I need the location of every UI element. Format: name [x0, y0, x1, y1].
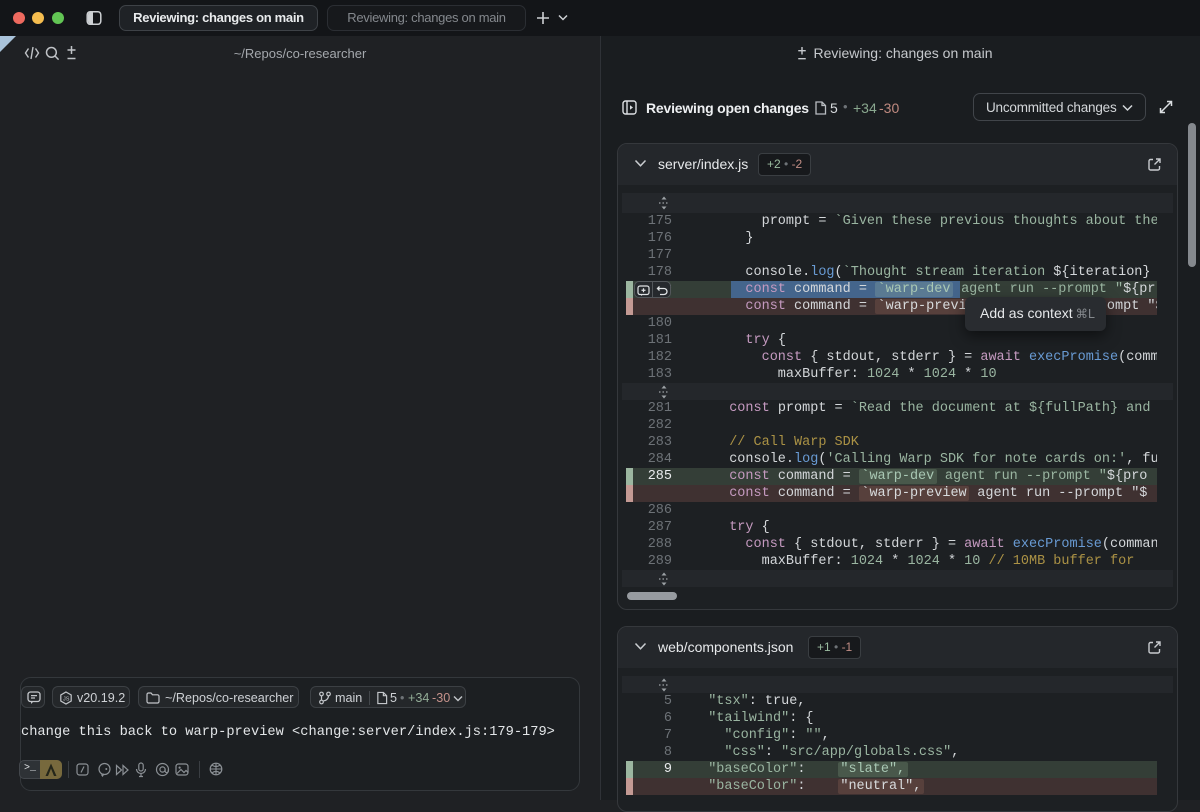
svg-text:JS: JS	[63, 697, 70, 703]
